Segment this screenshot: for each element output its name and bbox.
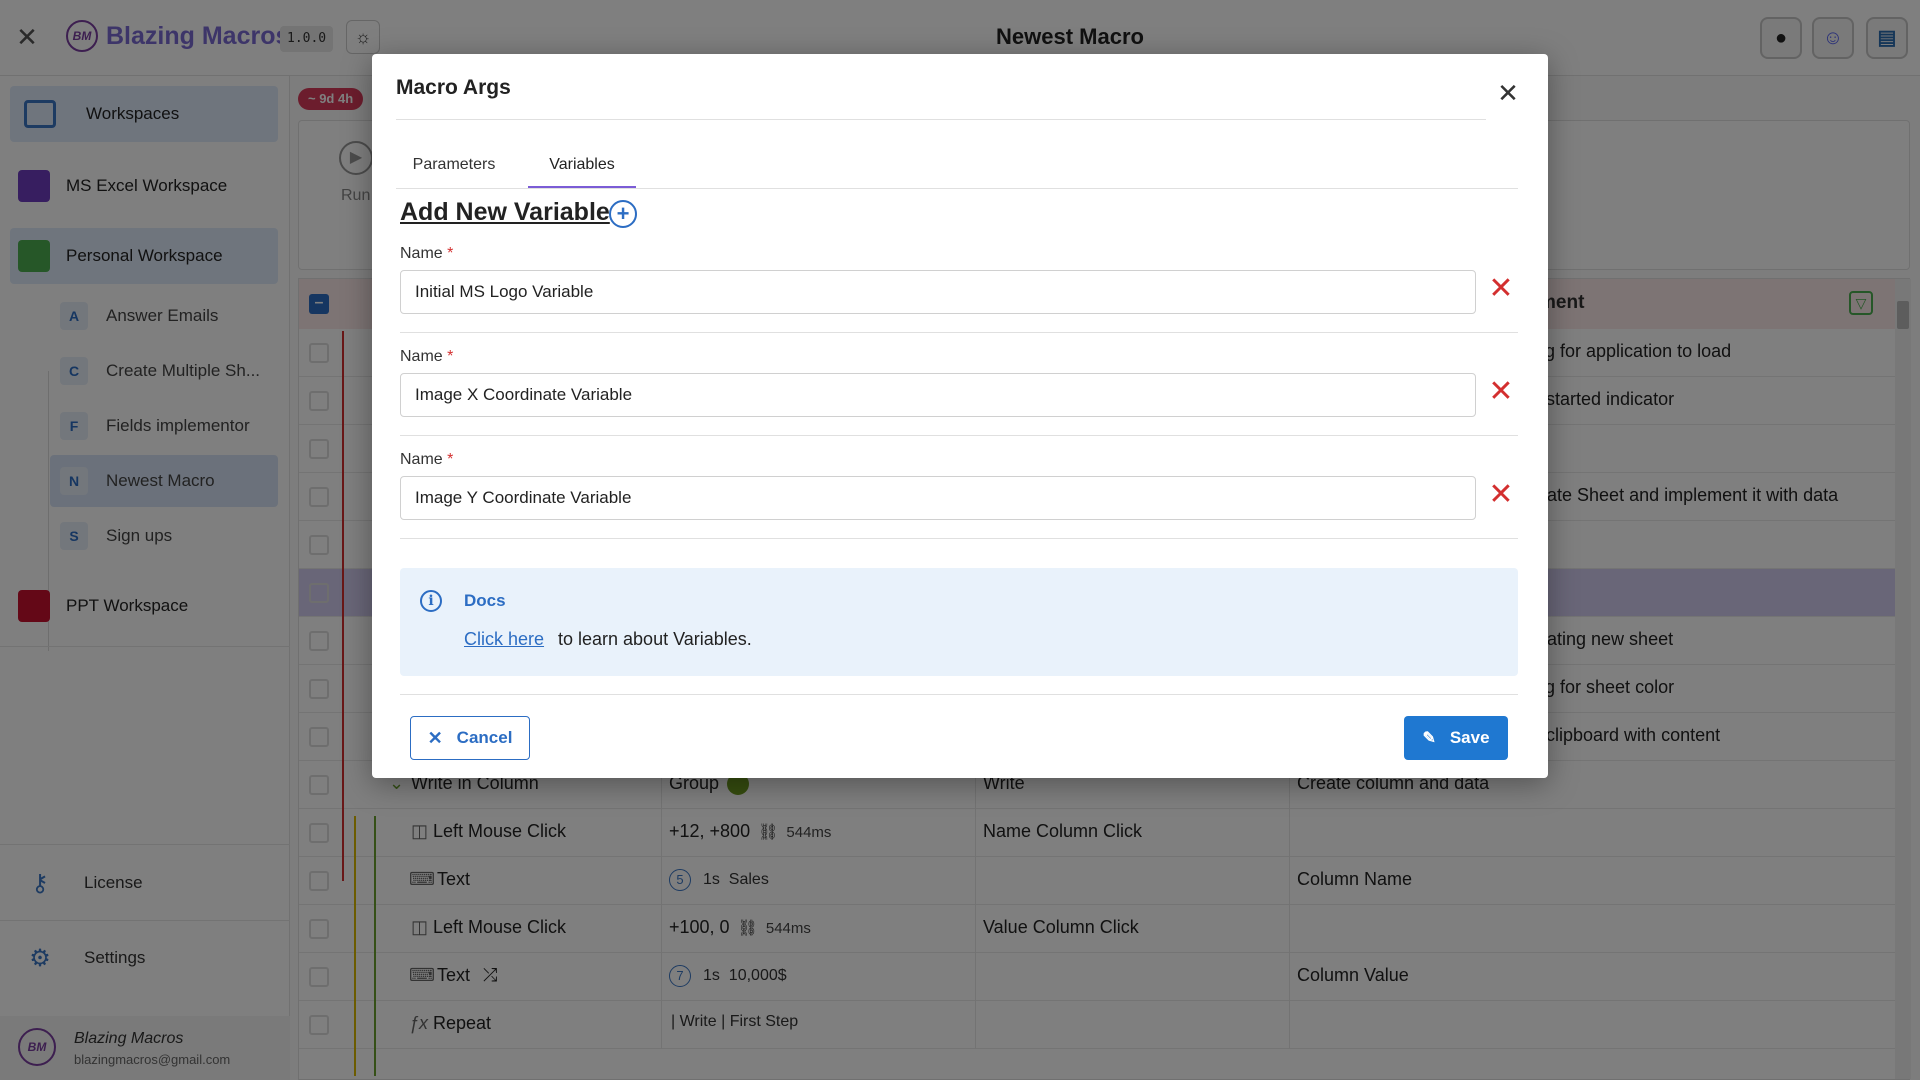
pencil-icon: ✎: [1422, 730, 1436, 747]
label-text: Name: [400, 245, 443, 262]
docs-link[interactable]: Click here: [464, 629, 544, 650]
save-label: Save: [1449, 728, 1490, 747]
macro-args-dialog: Macro Args ✕ Parameters Variables Add Ne…: [372, 54, 1548, 778]
required-mark: *: [447, 245, 454, 262]
label-text: Name: [400, 348, 443, 365]
divider: [400, 435, 1518, 436]
divider: [396, 119, 1486, 120]
info-icon: i: [420, 590, 442, 612]
label-text: Name: [400, 451, 443, 468]
close-icon[interactable]: ✕: [1494, 80, 1522, 108]
dialog-title: Macro Args: [396, 76, 511, 99]
variable-name-label: Name *: [400, 348, 453, 366]
cancel-label: Cancel: [456, 728, 513, 747]
cancel-button[interactable]: ✕ Cancel: [410, 716, 530, 760]
variable-name-input[interactable]: [400, 476, 1476, 520]
add-variable-button[interactable]: +: [609, 200, 637, 228]
remove-variable-icon[interactable]: ✕: [1486, 274, 1516, 304]
tab-parameters[interactable]: Parameters: [396, 150, 512, 188]
remove-variable-icon[interactable]: ✕: [1486, 377, 1516, 407]
variable-name-input[interactable]: [400, 270, 1476, 314]
docs-text: to learn about Variables.: [558, 629, 752, 649]
docs-info-box: i Docs Click here to learn about Variabl…: [400, 568, 1518, 676]
tab-bar-divider: [396, 188, 1518, 189]
tab-variables[interactable]: Variables: [528, 150, 636, 188]
variable-name-label: Name *: [400, 245, 453, 263]
variable-name-label: Name *: [400, 451, 453, 469]
close-icon: ✕: [427, 727, 443, 748]
remove-variable-icon[interactable]: ✕: [1486, 480, 1516, 510]
add-variable-title: Add New Variable: [400, 198, 610, 226]
divider: [400, 332, 1518, 333]
docs-title: Docs: [464, 591, 506, 610]
required-mark: *: [447, 348, 454, 365]
variable-name-input[interactable]: [400, 373, 1476, 417]
save-button[interactable]: ✎ Save: [1404, 716, 1508, 760]
divider: [400, 538, 1518, 539]
divider: [400, 694, 1518, 695]
required-mark: *: [447, 451, 454, 468]
